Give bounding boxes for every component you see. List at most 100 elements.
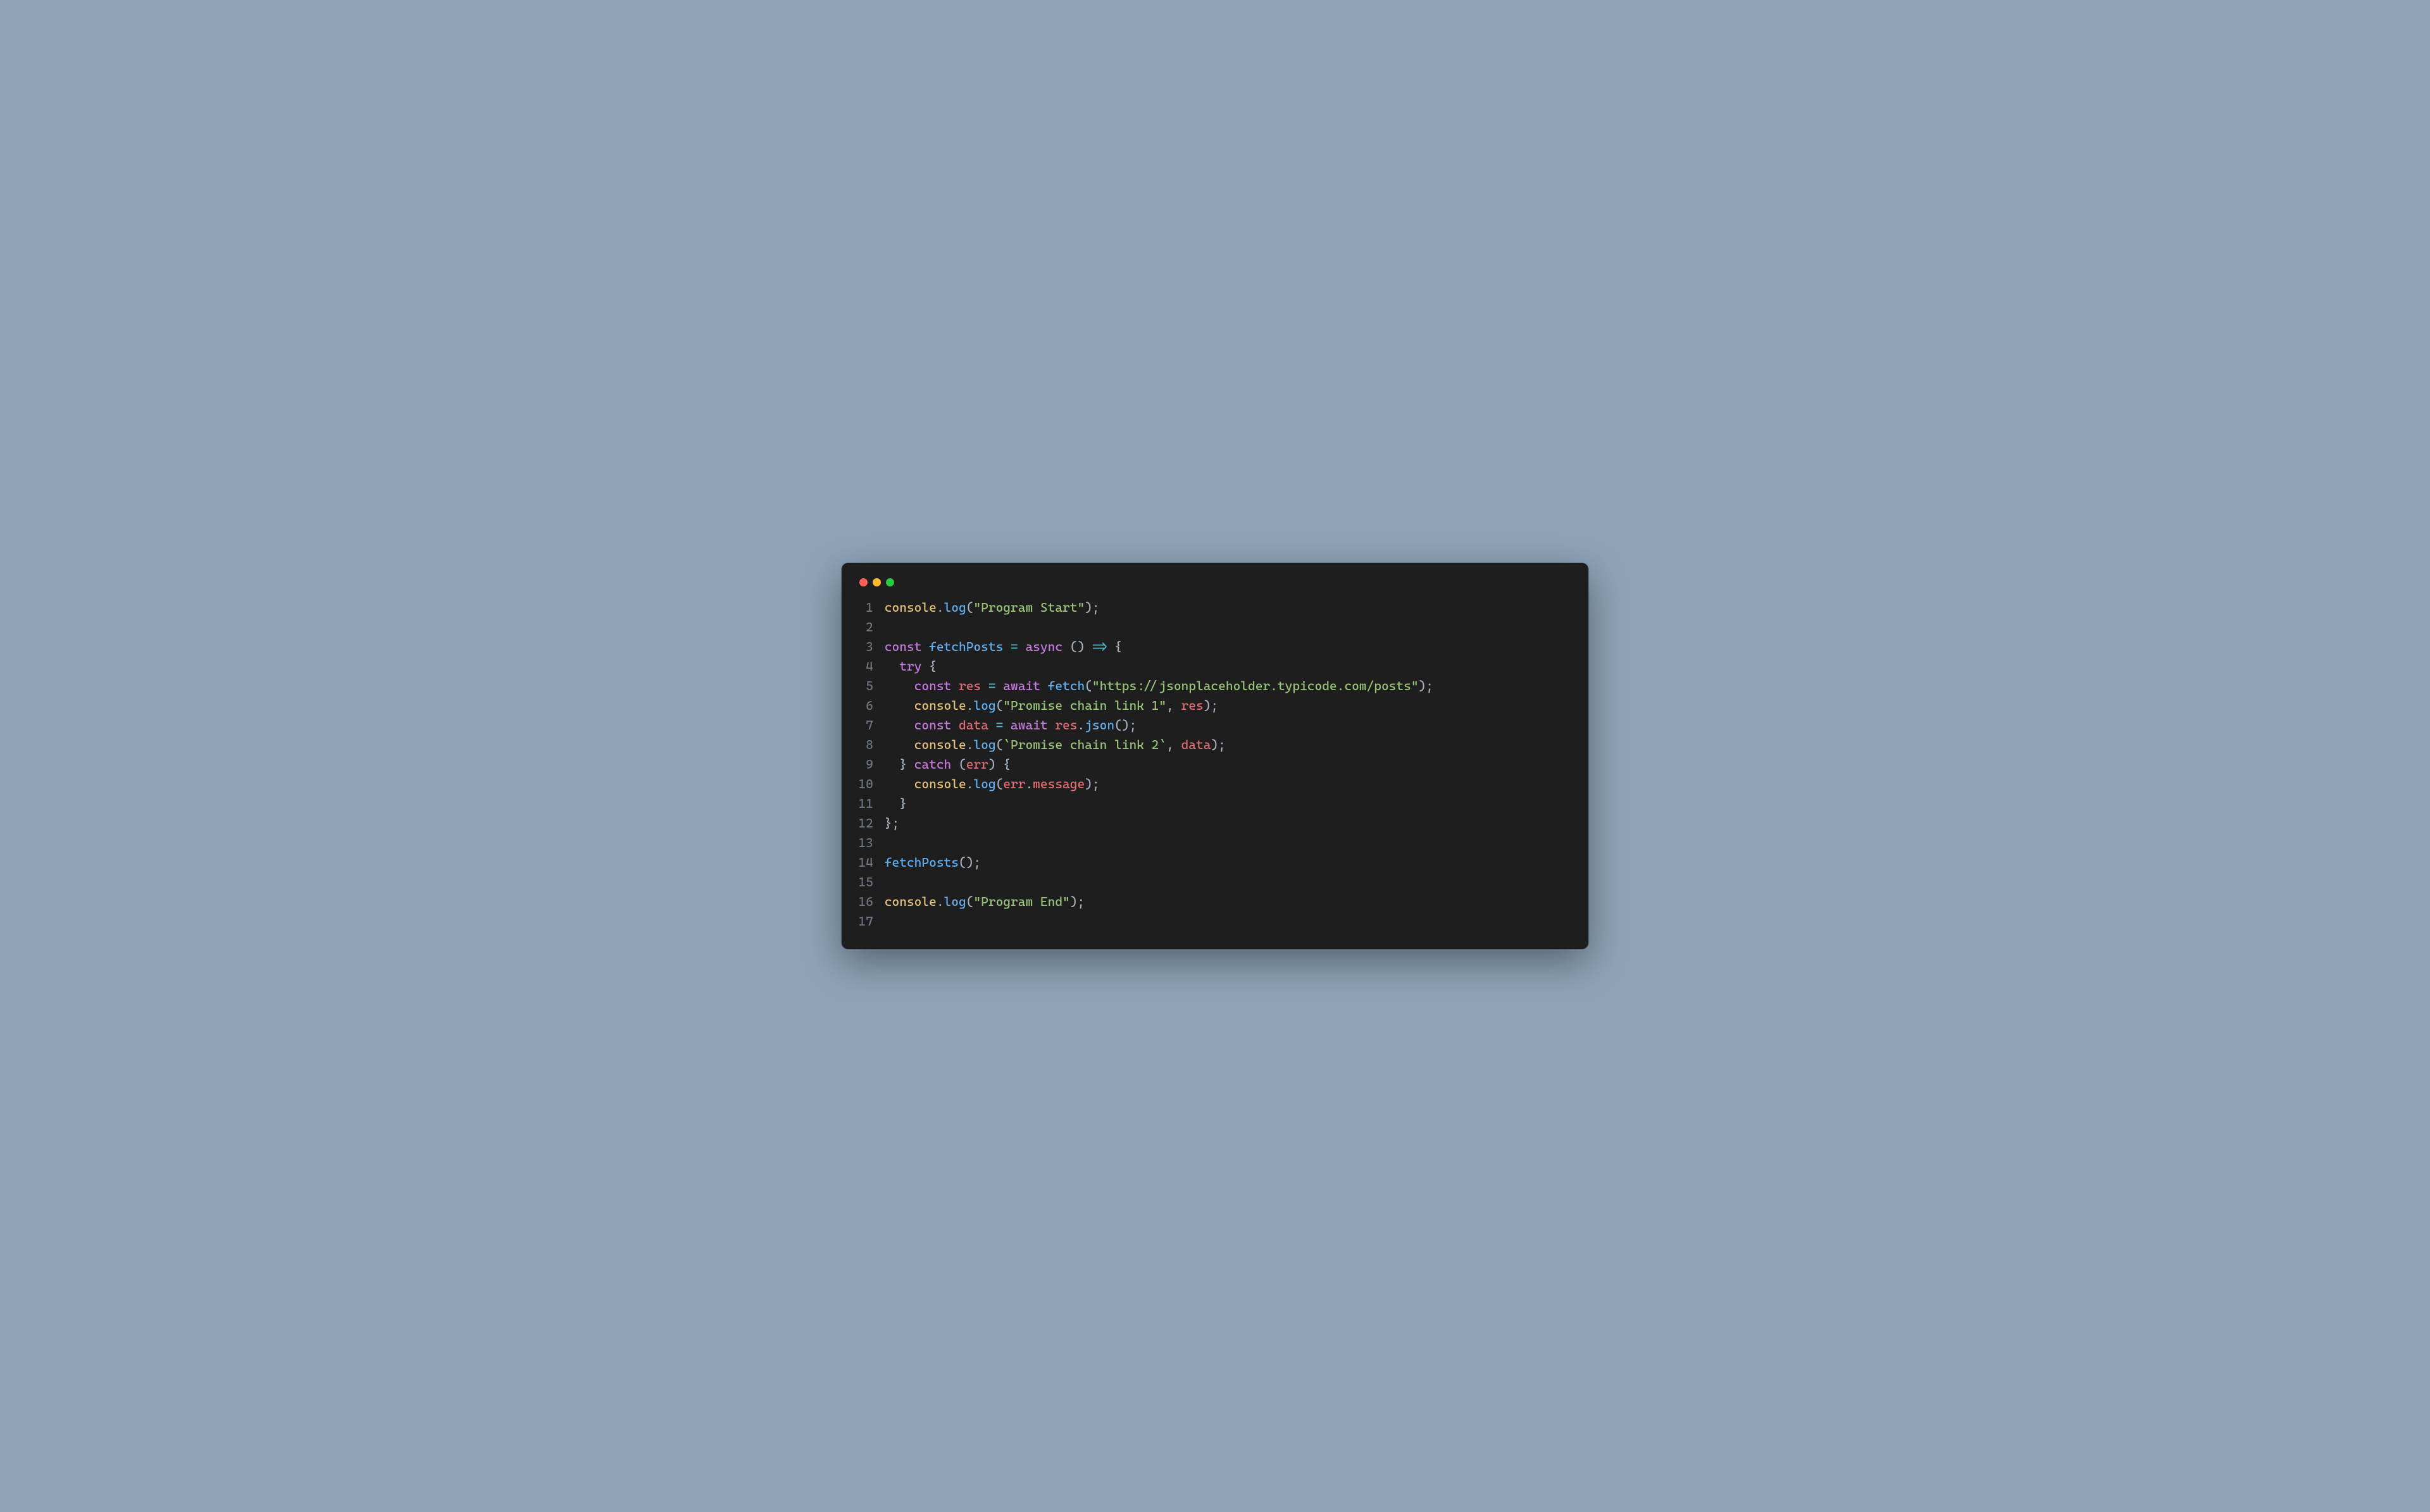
code-editor[interactable]: 1console.log("Program Start");2 3 const f… [857,598,1573,931]
token: json [1085,717,1114,733]
line-content[interactable] [885,912,1573,931]
line-content[interactable]: const res = await fetch("https://jsonpla… [885,676,1573,696]
token: res [1055,717,1077,733]
line-content[interactable]: console.log("Promise chain link 1", res)… [885,696,1573,716]
line-content[interactable]: const data = await res.json(); [885,716,1573,735]
token: ( [996,776,1004,791]
code-line[interactable]: 2 [857,617,1573,637]
token: ) { [988,757,1011,772]
token: { [921,659,936,674]
line-number: 13 [857,833,873,853]
line-number: 14 [857,853,873,872]
token: } [885,796,907,811]
close-icon[interactable] [859,578,868,586]
code-line[interactable]: 3 const fetchPosts = async () => { [857,637,1573,657]
token: err [1003,776,1025,791]
token: console [914,737,966,752]
code-line[interactable]: 1console.log("Program Start"); [857,598,1573,617]
code-line[interactable]: 16 console.log("Program End"); [857,892,1573,912]
line-content[interactable]: } [885,794,1573,814]
code-line[interactable]: 5 const res = await fetch("https://jsonp… [857,676,1573,696]
token: fetch [1048,678,1085,693]
token [1040,678,1048,693]
code-line[interactable]: 4 try { [857,657,1573,676]
token: console [914,776,966,791]
token: data [1181,737,1211,752]
token: "https://jsonplaceholder.typicode.com/po… [1092,678,1419,693]
token [1048,717,1056,733]
line-content[interactable]: console.log(`Promise chain link 2`, data… [885,735,1573,755]
line-number: 5 [857,676,873,696]
token: "Promise chain link 1" [1003,698,1166,713]
zoom-icon[interactable] [886,578,894,586]
line-content[interactable]: try { [885,657,1573,676]
token: ); [1070,894,1085,909]
window-titlebar [857,576,1573,598]
token: , [1166,737,1181,752]
token: = [1011,639,1018,654]
line-content[interactable] [885,833,1573,853]
code-line[interactable]: 6 console.log("Promise chain link 1", re… [857,696,1573,716]
line-content[interactable] [885,617,1573,637]
code-line[interactable]: 8 console.log(`Promise chain link 2`, da… [857,735,1573,755]
token [921,639,929,654]
token: { [1107,639,1121,654]
token: . [937,600,944,615]
line-content[interactable]: fetchPosts(); [885,853,1573,872]
token: try [899,659,921,674]
line-content[interactable]: } catch (err) { [885,755,1573,774]
line-content[interactable]: console.log("Program End"); [885,892,1573,912]
token: await [1003,678,1040,693]
token: res [1181,698,1204,713]
token: console [885,894,937,909]
line-content[interactable] [885,872,1573,892]
token: (); [959,855,981,870]
line-number: 3 [857,637,873,657]
code-line[interactable]: 9 } catch (err) { [857,755,1573,774]
token: . [937,894,944,909]
token: `Promise chain link 2` [1003,737,1166,752]
token: ( [1085,678,1092,693]
line-content[interactable]: }; [885,814,1573,833]
token: ( [966,894,974,909]
code-line[interactable]: 11 } [857,794,1573,814]
token: ); [1204,698,1218,713]
token: = [988,678,996,693]
token: err [966,757,988,772]
token: const [914,678,952,693]
line-number: 2 [857,617,873,637]
code-line[interactable]: 13 [857,833,1573,853]
token: ); [1419,678,1433,693]
code-line[interactable]: 7 const data = await res.json(); [857,716,1573,735]
token: console [885,600,937,615]
line-number: 15 [857,872,873,892]
token: log [944,600,966,615]
token: . [966,776,974,791]
line-number: 17 [857,912,873,931]
line-content[interactable]: console.log("Program Start"); [885,598,1573,617]
line-number: 16 [857,892,873,912]
token: message [1033,776,1085,791]
token [885,698,914,713]
code-line[interactable]: 17 [857,912,1573,931]
code-line[interactable]: 15 [857,872,1573,892]
token: . [966,698,974,713]
token: ); [1211,737,1225,752]
code-line[interactable]: 12}; [857,814,1573,833]
token: fetchPosts [885,855,959,870]
token: fetchPosts [929,639,1003,654]
token [885,717,914,733]
code-line[interactable]: 14 fetchPosts(); [857,853,1573,872]
line-number: 8 [857,735,873,755]
minimize-icon[interactable] [873,578,881,586]
token: ); [1085,776,1099,791]
token [1003,717,1011,733]
token [988,717,996,733]
token: "Program End" [973,894,1069,909]
line-content[interactable]: console.log(err.message); [885,774,1573,794]
code-line[interactable]: 10 console.log(err.message); [857,774,1573,794]
line-number: 12 [857,814,873,833]
code-window: 1console.log("Program Start");2 3 const f… [842,563,1588,949]
line-content[interactable]: const fetchPosts = async () => { [885,637,1573,657]
token [981,678,988,693]
